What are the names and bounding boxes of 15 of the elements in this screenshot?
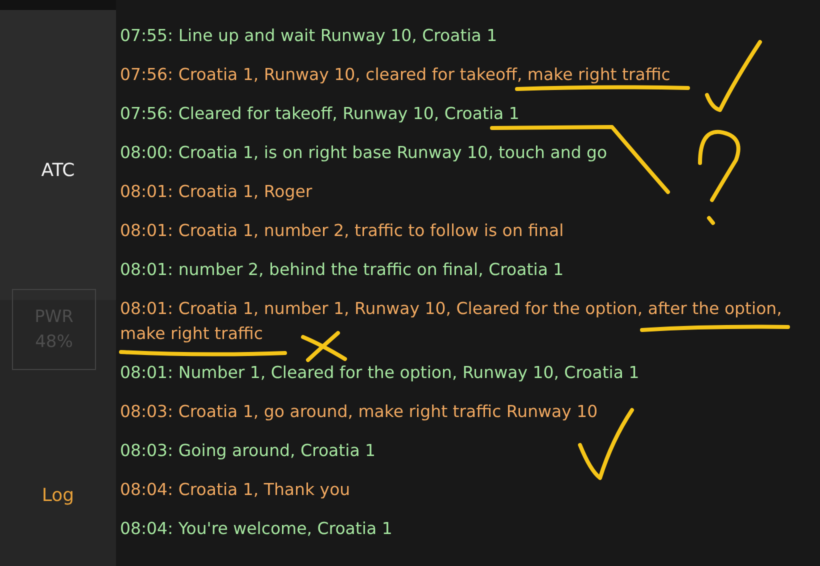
panel-title: ATC (40, 160, 76, 181)
atc-message: 07:56: Croatia 1, Runway 10, cleared for takeoff, make right traffic (120, 64, 672, 86)
pilot-message: 08:03: Going around, Croatia 1 (120, 440, 377, 462)
atc-message: 08:01: Croatia 1, number 1, Runway 10, Cleared for the option, after the option, make right traffic (120, 298, 783, 345)
pilot-message: 07:56: Cleared for takeoff, Runway 10, Croatia 1 (120, 103, 520, 125)
pilot-message: 08:00: Croatia 1, is on right base Runway 10, touch and go (120, 142, 608, 164)
pilot-message: 07:55: Line up and wait Runway 10, Croatia 1 (120, 25, 498, 47)
atc-message: 08:01: Croatia 1, Roger (120, 181, 314, 203)
pilot-message: 08:01: Number 1, Cleared for the option, Runway 10, Croatia 1 (120, 362, 640, 384)
pilot-message: 08:01: number 2, behind the traffic on final, Croatia 1 (120, 259, 565, 281)
log-tab[interactable]: Log (0, 485, 116, 506)
pilot-message: 08:04: You're welcome, Croatia 1 (120, 518, 394, 540)
atc-message: 08:01: Croatia 1, number 2, traffic to follow is on final (120, 220, 565, 242)
atc-message: 08:03: Croatia 1, go around, make right traffic Runway 10 (120, 401, 599, 423)
atc-message: 08:04: Croatia 1, Thank you (120, 479, 352, 501)
